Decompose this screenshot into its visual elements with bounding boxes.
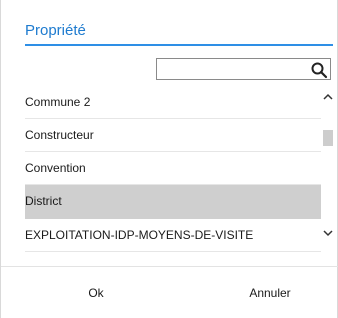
search-icon[interactable]: [310, 61, 328, 79]
search-input[interactable]: [159, 60, 305, 78]
list-item[interactable]: EXPLOITATION-IDP-MOYENS-DE-VISITE: [25, 219, 321, 252]
list-item-label: EXPLOITATION-IDP-MOYENS-DE-VISITE: [25, 228, 254, 242]
property-list: Commune 2 Constructeur Convention Distri…: [25, 86, 321, 254]
list-item-label: Constructeur: [25, 128, 94, 142]
dialog-title: Propriété: [25, 22, 86, 39]
chevron-up-icon[interactable]: [321, 90, 335, 104]
cancel-button[interactable]: Annuler: [235, 282, 305, 304]
list-item-label: Commune 2: [25, 95, 91, 109]
chevron-down-icon[interactable]: [321, 226, 335, 240]
list-item[interactable]: Commune 2: [25, 86, 321, 119]
ok-button[interactable]: Ok: [71, 282, 121, 304]
title-underline: [25, 44, 333, 46]
list-item[interactable]: Constructeur: [25, 119, 321, 152]
list-scrollbar[interactable]: [321, 86, 335, 254]
list-item-label: Convention: [25, 161, 86, 175]
list-item-label: District: [25, 194, 62, 208]
list-item[interactable]: Convention: [25, 152, 321, 185]
property-dialog: Propriété Commune 2 Constructeur Convent…: [0, 0, 338, 318]
footer-divider: [1, 266, 338, 267]
list-item-selected[interactable]: District: [25, 185, 321, 219]
search-box[interactable]: [156, 58, 331, 80]
scrollbar-thumb[interactable]: [323, 130, 333, 146]
